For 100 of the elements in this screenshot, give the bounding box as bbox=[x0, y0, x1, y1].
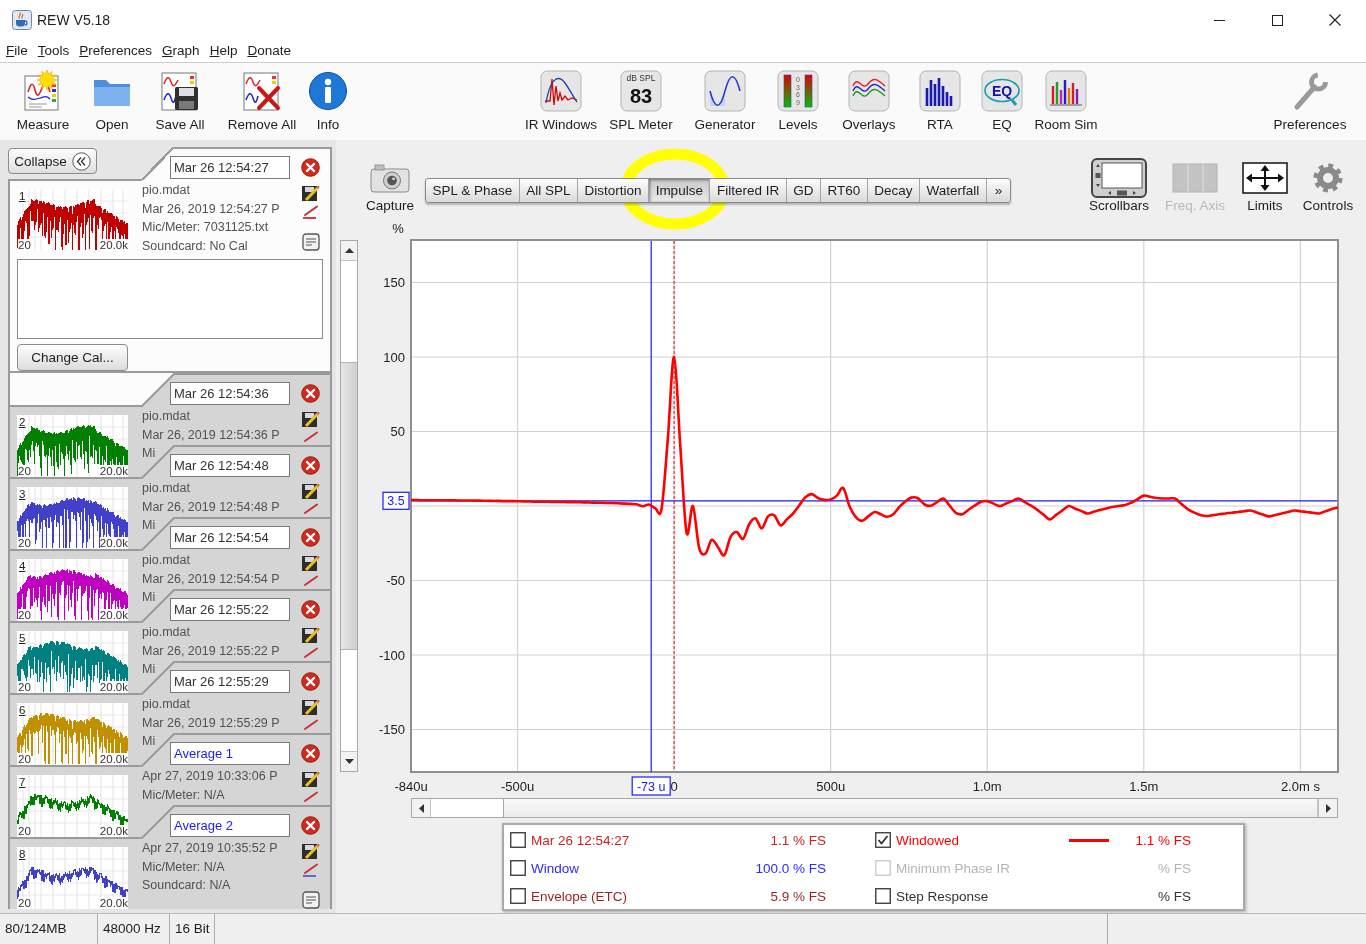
measure-button[interactable]: Measure bbox=[8, 63, 78, 140]
scroll-down-button[interactable] bbox=[341, 751, 357, 771]
capture-button[interactable]: Capture bbox=[365, 163, 415, 215]
pencil-icon[interactable] bbox=[301, 863, 320, 877]
response-thumbnail[interactable]: 7 20 20.0k bbox=[17, 775, 128, 837]
notes-field[interactable] bbox=[17, 259, 323, 339]
response-thumbnail[interactable]: 4 20 20.0k bbox=[17, 559, 128, 621]
floppy-pencil-icon[interactable] bbox=[301, 185, 320, 202]
response-thumbnail[interactable]: 1 20 20.0k bbox=[17, 189, 128, 251]
controls-button[interactable]: Controls bbox=[1299, 157, 1357, 214]
document-icon[interactable] bbox=[301, 891, 320, 909]
axis-end-label: 20.0k bbox=[99, 537, 128, 549]
ir-windows-button[interactable]: IR Windows bbox=[521, 63, 601, 140]
measurement-info-text: pio.mdat bbox=[142, 552, 191, 569]
pencil-icon[interactable] bbox=[301, 503, 320, 517]
measurement-name-field[interactable]: Mar 26 12:54:48 bbox=[170, 454, 290, 477]
measurement-name-field[interactable]: Average 2 bbox=[170, 814, 290, 837]
horizontal-scrollbar[interactable] bbox=[411, 798, 1338, 818]
measurement-name-field[interactable]: Mar 26 12:54:36 bbox=[170, 382, 290, 405]
collapse-button[interactable]: Collapse bbox=[8, 148, 97, 174]
open-button[interactable]: Open bbox=[78, 63, 146, 140]
graph-tab[interactable]: Waterfall bbox=[920, 179, 987, 202]
close-icon[interactable] bbox=[301, 600, 320, 619]
floppy-pencil-icon[interactable] bbox=[301, 411, 320, 428]
pencil-icon[interactable] bbox=[301, 431, 320, 445]
more-tabs-button[interactable]: » bbox=[986, 179, 1011, 202]
measurement-info-text: Mi bbox=[142, 445, 157, 462]
measurement-name-field[interactable]: Mar 26 12:54:54 bbox=[170, 526, 290, 549]
floppy-pencil-icon[interactable] bbox=[301, 699, 320, 716]
spl-meter-button[interactable]: dB SPL 83 SPL Meter bbox=[601, 63, 681, 140]
generator-button[interactable]: Generator bbox=[681, 63, 769, 140]
floppy-pencil-icon[interactable] bbox=[301, 843, 320, 860]
measurement-card[interactable]: Collapse Mar 26 12:54:27 1 20 20.0k pio.mdat Mar 26, 2019 12:54:27 P Mic/Meter: 7031125.txt Soundcard: No Cal Change Cal... bbox=[8, 147, 332, 373]
graph-tab[interactable]: Filtered IR bbox=[710, 179, 787, 202]
room-sim-button[interactable]: Room Sim bbox=[1035, 63, 1097, 140]
response-thumbnail[interactable]: 5 20 20.0k bbox=[17, 631, 128, 693]
close-icon[interactable] bbox=[301, 528, 320, 547]
pencil-icon[interactable] bbox=[301, 791, 320, 805]
rta-button[interactable]: RTA bbox=[911, 63, 969, 140]
limits-button[interactable]: Limits bbox=[1239, 157, 1291, 214]
checkbox[interactable] bbox=[510, 888, 526, 904]
graph-tab[interactable]: Impulse bbox=[649, 179, 711, 202]
close-icon[interactable] bbox=[301, 672, 320, 691]
floppy-pencil-icon[interactable] bbox=[301, 771, 320, 788]
measurement-name-field[interactable]: Mar 26 12:54:27 bbox=[170, 156, 290, 179]
checkbox[interactable] bbox=[875, 832, 891, 848]
info-button[interactable]: Info bbox=[310, 63, 346, 140]
overlays-button[interactable]: Overlays bbox=[827, 63, 911, 140]
checkbox[interactable] bbox=[875, 888, 891, 904]
scrollbar-thumb[interactable] bbox=[341, 362, 357, 650]
y-axis-label: 150 bbox=[383, 275, 405, 290]
scrollbars-button[interactable]: Scrollbars bbox=[1087, 157, 1151, 214]
axis-start-label: 20 bbox=[18, 825, 31, 837]
menu-item[interactable]: Graph bbox=[157, 41, 205, 61]
close-icon[interactable] bbox=[301, 384, 320, 403]
pencil-icon[interactable] bbox=[301, 647, 320, 661]
measurement-name-field[interactable]: Mar 26 12:55:29 bbox=[170, 670, 290, 693]
save-all-button[interactable]: Save All bbox=[146, 63, 214, 140]
pencil-icon[interactable] bbox=[301, 205, 320, 219]
scroll-left-button[interactable] bbox=[412, 799, 431, 817]
response-thumbnail[interactable]: 2 20 20.0k bbox=[17, 415, 128, 477]
response-thumbnail[interactable]: 8 20 20.0k bbox=[17, 847, 128, 909]
pencil-icon[interactable] bbox=[301, 719, 320, 733]
response-thumbnail[interactable]: 6 20 20.0k bbox=[17, 703, 128, 765]
vertical-scrollbar[interactable] bbox=[340, 240, 358, 772]
scroll-right-button[interactable] bbox=[1318, 799, 1337, 817]
graph-tab[interactable]: RT60 bbox=[820, 179, 868, 202]
checkbox[interactable] bbox=[510, 832, 526, 848]
floppy-pencil-icon[interactable] bbox=[301, 627, 320, 644]
close-icon[interactable] bbox=[301, 816, 320, 835]
eq-button[interactable]: EQ EQ bbox=[969, 63, 1035, 140]
close-icon[interactable] bbox=[301, 744, 320, 763]
response-thumbnail[interactable]: 3 20 20.0k bbox=[17, 487, 128, 549]
floppy-pencil-icon[interactable] bbox=[301, 483, 320, 500]
floppy-pencil-icon[interactable] bbox=[301, 555, 320, 572]
menu-item[interactable]: Preferences bbox=[74, 41, 158, 61]
graph-tab[interactable]: All SPL bbox=[519, 179, 579, 202]
preferences-button[interactable]: Preferences bbox=[1268, 63, 1352, 140]
close-icon[interactable] bbox=[301, 158, 320, 177]
document-icon[interactable] bbox=[301, 233, 320, 251]
pencil-icon[interactable] bbox=[301, 575, 320, 589]
menu-item[interactable]: Tools bbox=[32, 41, 75, 61]
menu-item[interactable]: File bbox=[1, 41, 33, 61]
measurement-name-field[interactable]: Mar 26 12:55:22 bbox=[170, 598, 290, 621]
scrollbar-thumb[interactable] bbox=[503, 799, 1318, 817]
change-cal-button[interactable]: Change Cal... bbox=[17, 344, 128, 371]
vertical-cursor-line[interactable] bbox=[650, 240, 652, 773]
menu-item[interactable]: Help bbox=[204, 41, 243, 61]
remove-all-button[interactable]: Remove All bbox=[214, 63, 310, 140]
bar-graph-icon bbox=[919, 70, 961, 112]
close-icon[interactable] bbox=[301, 456, 320, 475]
status-cell: 80/124MB bbox=[0, 914, 98, 944]
measurement-name-field[interactable]: Average 1 bbox=[170, 742, 290, 765]
checkbox[interactable] bbox=[510, 860, 526, 876]
graph-tab[interactable]: Decay bbox=[867, 179, 920, 202]
graph-tab[interactable]: SPL & Phase bbox=[426, 179, 520, 202]
axis-end-label: 20.0k bbox=[99, 239, 128, 251]
menu-item[interactable]: Donate bbox=[242, 41, 296, 61]
graph-tab[interactable]: GD bbox=[786, 179, 821, 202]
scroll-up-button[interactable] bbox=[341, 241, 357, 261]
